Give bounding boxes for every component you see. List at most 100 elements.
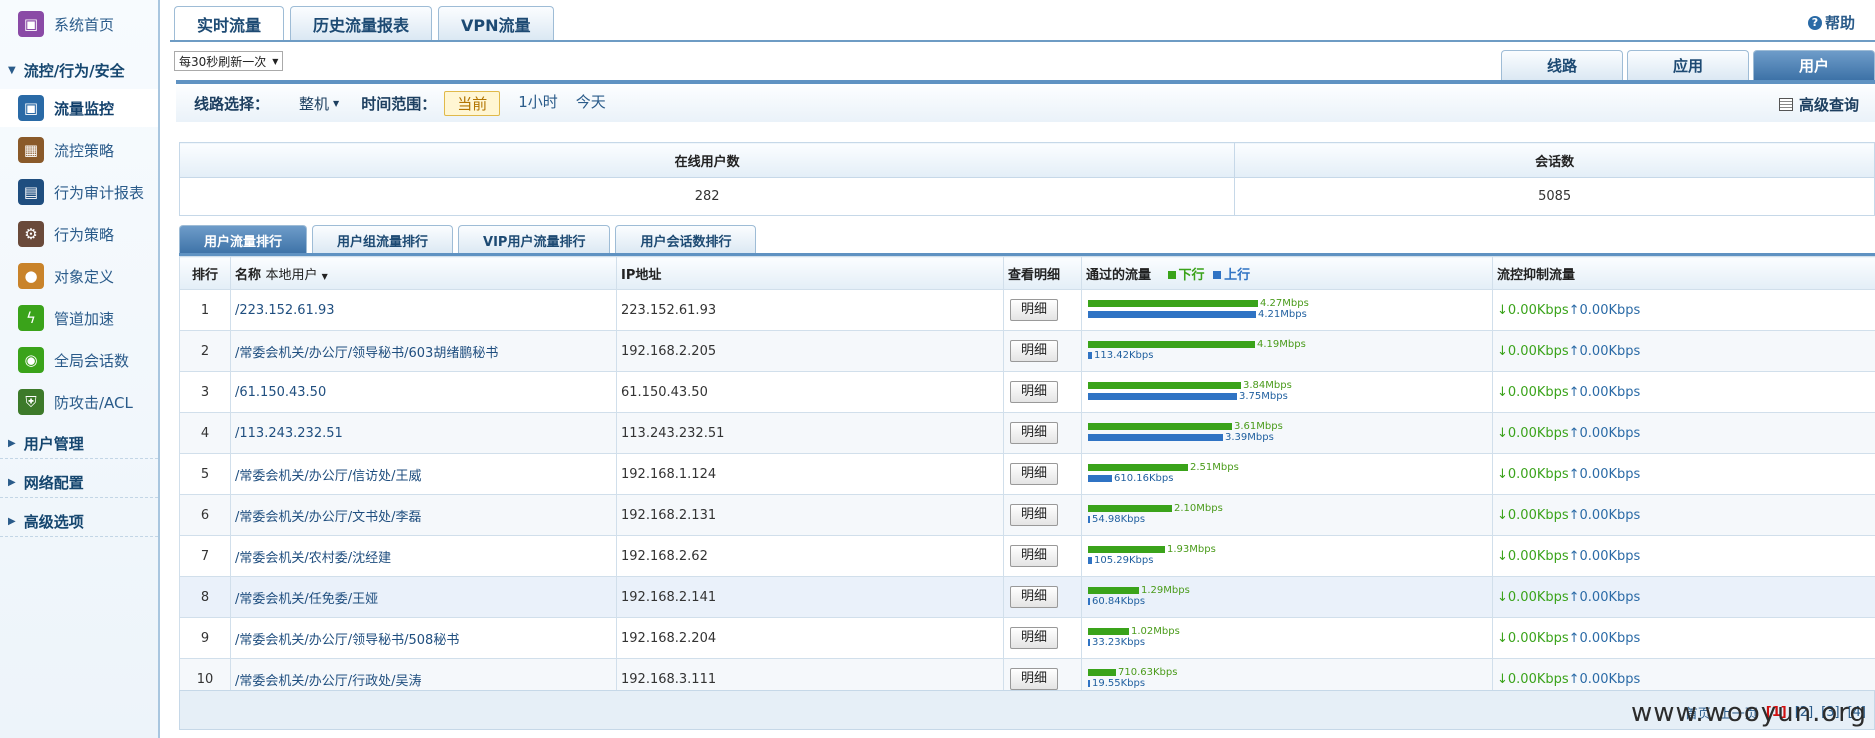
sidebar-item-6[interactable]: ◉ 全局会话数 bbox=[0, 341, 158, 379]
flow-down: 710.63Kbps bbox=[1088, 667, 1177, 678]
cell-detail: 明细 bbox=[1003, 617, 1082, 659]
detail-button[interactable]: 明细 bbox=[1010, 299, 1058, 321]
detail-button[interactable]: 明细 bbox=[1010, 504, 1058, 526]
cell-ctrl: ↓0.00Kbps↑0.00Kbps bbox=[1492, 412, 1875, 454]
app-window: ▣ 系统首页 ▼ 流控/行为/安全 ▣ 流量监控 ▦ 流控策略 ▤ 行为审计报表 ⚙ 行为策略… bbox=[0, 0, 1875, 738]
detail-button[interactable]: 明细 bbox=[1010, 340, 1058, 362]
refresh-select[interactable]: 每30秒刷新一次 ▼ bbox=[174, 51, 284, 71]
cell-name[interactable]: /常委会机关/办公厅/领导秘书/508秘书 bbox=[230, 617, 617, 659]
name-filter-select[interactable]: 本地用户 ▼ bbox=[266, 268, 328, 283]
cell-name[interactable]: /61.150.43.50 bbox=[230, 371, 617, 413]
sidebar-group-1[interactable]: ▶ 网络配置 bbox=[0, 468, 158, 498]
flow-up-bar bbox=[1088, 475, 1112, 482]
cell-name[interactable]: /常委会机关/办公厅/领导秘书/603胡绪鹏秘书 bbox=[230, 330, 617, 372]
col-detail: 查看明细 bbox=[1003, 256, 1082, 290]
tab-rank-2[interactable]: VIP用户流量排行 bbox=[458, 225, 611, 254]
ctrl-down-value: ↓0.00Kbps bbox=[1497, 384, 1569, 400]
tab-top-2[interactable]: VPN流量 bbox=[438, 6, 554, 40]
chevron-down-icon: ▼ bbox=[333, 98, 340, 108]
cell-detail: 明细 bbox=[1003, 289, 1082, 331]
flow-down: 2.51Mbps bbox=[1088, 462, 1239, 473]
chat-icon: ◉ bbox=[18, 347, 44, 373]
cell-ip: 192.168.2.204 bbox=[616, 617, 1004, 659]
tab-view-0[interactable]: 线路 bbox=[1501, 50, 1623, 80]
detail-button[interactable]: 明细 bbox=[1010, 586, 1058, 608]
sidebar-item-1[interactable]: ▦ 流控策略 bbox=[0, 131, 158, 169]
cell-name[interactable]: /常委会机关/农村委/沈经建 bbox=[230, 535, 617, 577]
col-name-label: 名称 bbox=[235, 267, 262, 283]
cell-detail: 明细 bbox=[1003, 453, 1082, 495]
time-range-option-1[interactable]: 1小时 bbox=[518, 91, 558, 116]
sidebar-item-label: 系统首页 bbox=[54, 15, 115, 34]
line-select[interactable]: 整机 ▼ bbox=[299, 93, 339, 114]
cell-ip: 192.168.2.205 bbox=[616, 330, 1004, 372]
cell-flow: 3.61Mbps 3.39Mbps bbox=[1081, 412, 1493, 454]
detail-button[interactable]: 明细 bbox=[1010, 627, 1058, 649]
monitor-icon: ▣ bbox=[18, 95, 44, 121]
flow-bars: 4.27Mbps 4.21Mbps bbox=[1086, 291, 1488, 330]
sidebar-group-0[interactable]: ▶ 用户管理 bbox=[0, 429, 158, 459]
list-icon bbox=[1778, 98, 1793, 111]
cell-name[interactable]: /223.152.61.93 bbox=[230, 289, 617, 331]
cell-rank: 9 bbox=[179, 617, 231, 659]
cell-ctrl: ↓0.00Kbps↑0.00Kbps bbox=[1492, 289, 1875, 331]
flow-bars: 4.19Mbps 113.42Kbps bbox=[1086, 332, 1488, 371]
ctrl-down-value: ↓0.00Kbps bbox=[1497, 507, 1569, 523]
col-ctrl: 流控抑制流量 bbox=[1492, 256, 1875, 290]
tab-rank-0[interactable]: 用户流量排行 bbox=[179, 225, 308, 254]
help-link[interactable]: ? 帮助 bbox=[1807, 12, 1855, 33]
legend-up-swatch bbox=[1213, 270, 1222, 279]
cell-detail: 明细 bbox=[1003, 371, 1082, 413]
flow-up-bar bbox=[1088, 393, 1237, 400]
tab-view-1[interactable]: 应用 bbox=[1627, 50, 1749, 80]
flow-bars: 2.10Mbps 54.98Kbps bbox=[1086, 496, 1488, 535]
time-range-option-0[interactable]: 当前 bbox=[444, 90, 501, 116]
sidebar-item-home[interactable]: ▣ 系统首页 bbox=[0, 5, 158, 43]
col-flow: 通过的流量 下行 上行 bbox=[1081, 256, 1493, 290]
sidebar-item-4[interactable]: ● 对象定义 bbox=[0, 257, 158, 295]
sidebar-item-0[interactable]: ▣ 流量监控 bbox=[0, 89, 158, 127]
table-body: 1/223.152.61.93 223.152.61.93 明细 4.27Mbps 4.… bbox=[179, 289, 1875, 700]
flow-up-value: 610.16Kbps bbox=[1114, 473, 1174, 484]
time-range-option-2[interactable]: 今天 bbox=[576, 91, 606, 116]
sidebar-item-label: 行为审计报表 bbox=[54, 183, 145, 202]
sidebar-item-2[interactable]: ▤ 行为审计报表 bbox=[0, 173, 158, 211]
detail-button[interactable]: 明细 bbox=[1010, 668, 1058, 690]
ctrl-down-value: ↓0.00Kbps bbox=[1497, 589, 1569, 605]
cell-name[interactable]: /常委会机关/办公厅/文书处/李磊 bbox=[230, 494, 617, 536]
detail-button[interactable]: 明细 bbox=[1010, 463, 1058, 485]
flow-down: 3.61Mbps bbox=[1088, 421, 1283, 432]
cell-name[interactable]: /113.243.232.51 bbox=[230, 412, 617, 454]
tab-rank-3[interactable]: 用户会话数排行 bbox=[615, 225, 757, 254]
ctrl-up-value: ↑0.00Kbps bbox=[1568, 671, 1641, 687]
detail-button[interactable]: 明细 bbox=[1010, 381, 1058, 403]
flow-up: 19.55Kbps bbox=[1088, 678, 1145, 689]
flow-up-bar bbox=[1088, 598, 1090, 605]
advanced-query-button[interactable]: 高级查询 bbox=[1778, 94, 1859, 115]
tab-top-0[interactable]: 实时流量 bbox=[174, 6, 285, 40]
detail-button[interactable]: 明细 bbox=[1010, 422, 1058, 444]
sidebar-item-7[interactable]: ⛨ 防攻击/ACL bbox=[0, 383, 158, 421]
flow-down-bar bbox=[1088, 464, 1188, 471]
legend-down-swatch bbox=[1167, 270, 1176, 279]
flow-up-bar bbox=[1088, 557, 1092, 564]
cell-detail: 明细 bbox=[1003, 330, 1082, 372]
flow-down-value: 2.51Mbps bbox=[1190, 462, 1239, 473]
filter-bar: 线路选择： 整机 ▼ 时间范围： 当前 1小时 今天 bbox=[176, 84, 1875, 122]
sidebar-group-flow[interactable]: ▼ 流控/行为/安全 bbox=[0, 55, 158, 85]
flow-down-value: 3.61Mbps bbox=[1234, 421, 1283, 432]
tab-rank-1[interactable]: 用户组流量排行 bbox=[312, 225, 454, 254]
table-row: 6/常委会机关/办公厅/文书处/李磊 192.168.2.131 明细 2.10Mbp… bbox=[179, 494, 1875, 536]
tab-view-2[interactable]: 用户 bbox=[1753, 50, 1875, 80]
sidebar-item-3[interactable]: ⚙ 行为策略 bbox=[0, 215, 158, 253]
table-row: 7/常委会机关/农村委/沈经建 192.168.2.62 明细 1.93Mbps 105… bbox=[179, 535, 1875, 577]
sidebar-item-label: 行为策略 bbox=[54, 225, 115, 244]
cell-name[interactable]: /常委会机关/办公厅/信访处/王威 bbox=[230, 453, 617, 495]
line-select-value: 整机 bbox=[299, 94, 330, 113]
flow-down-value: 3.84Mbps bbox=[1243, 380, 1292, 391]
sidebar-group-2[interactable]: ▶ 高级选项 bbox=[0, 507, 158, 537]
cell-name[interactable]: /常委会机关/任免委/王娅 bbox=[230, 576, 617, 618]
tab-top-1[interactable]: 历史流量报表 bbox=[290, 6, 433, 40]
detail-button[interactable]: 明细 bbox=[1010, 545, 1058, 567]
sidebar-item-5[interactable]: ϟ 管道加速 bbox=[0, 299, 158, 337]
